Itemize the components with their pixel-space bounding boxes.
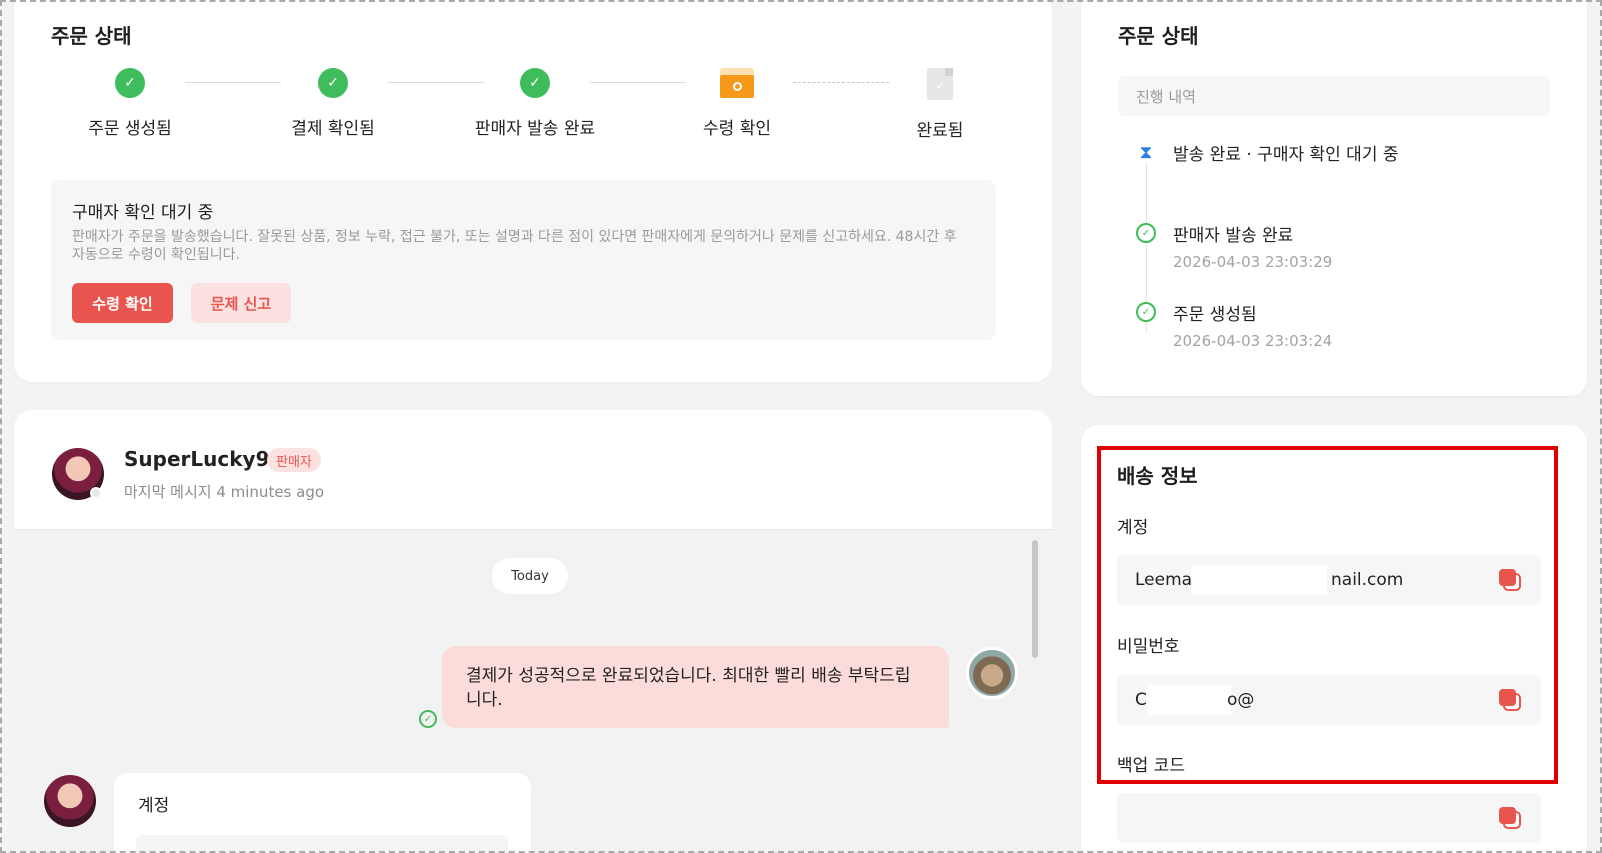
chat-scrollbar[interactable] <box>1032 540 1038 658</box>
backup-code-label: 백업 코드 <box>1117 756 1185 776</box>
chat-card: SuperLucky99 판매자 마지막 메시지 4 minutes ago T… <box>14 410 1052 853</box>
order-status-title: 주문 상태 <box>51 24 132 48</box>
step-seller-shipped: ✓ 판매자 발송 완료 <box>445 68 625 139</box>
copy-icon[interactable] <box>1499 569 1521 591</box>
password-field[interactable]: C o@ <box>1117 675 1541 725</box>
step-order-created: ✓ 주문 생성됨 <box>40 68 220 139</box>
check-circle-icon: ✓ <box>1136 302 1156 322</box>
timeline-text: 발송 완료 · 구매자 확인 대기 중 <box>1173 145 1399 165</box>
step-label: 주문 생성됨 <box>88 119 172 139</box>
message-bubble-incoming: 계정 <box>114 773 531 853</box>
incoming-message-field <box>136 835 508 853</box>
password-value-start: C <box>1135 690 1147 710</box>
step-label: 결제 확인됨 <box>291 119 375 139</box>
step-label: 판매자 발송 완료 <box>474 119 596 139</box>
notice-title: 구매자 확인 대기 중 <box>72 203 214 223</box>
timeline-time: 2026-04-03 23:03:29 <box>1173 253 1333 271</box>
step-label: 완료됨 <box>916 121 964 141</box>
step-receipt-confirm: 수령 확인 <box>647 68 827 139</box>
buyer-avatar <box>966 647 1018 699</box>
order-stepper: ✓ 주문 생성됨 ✓ 결제 확인됨 ✓ 판매자 발송 완료 수령 확인 ✓ 완료… <box>51 68 1051 148</box>
progress-card: 주문 상태 진행 내역 ⧗ 발송 완료 · 구매자 확인 대기 중 ✓ 판매자 … <box>1081 0 1587 396</box>
chat-header: SuperLucky99 판매자 마지막 메시지 4 minutes ago <box>14 410 1052 530</box>
date-divider: Today <box>492 558 568 594</box>
check-icon: ✓ <box>115 68 145 98</box>
seller-name[interactable]: SuperLucky99 <box>124 447 283 471</box>
last-message-time: 마지막 메시지 4 minutes ago <box>124 483 325 501</box>
package-icon <box>720 68 754 98</box>
step-completed: ✓ 완료됨 <box>850 68 1030 141</box>
seller-badge: 판매자 <box>267 448 321 472</box>
order-status-card: 주문 상태 ✓ 주문 생성됨 ✓ 결제 확인됨 ✓ 판매자 발송 완료 수령 확… <box>14 0 1052 382</box>
account-value-start: Leema <box>1135 570 1193 590</box>
check-circle-icon: ✓ <box>1136 223 1156 243</box>
account-label: 계정 <box>1117 518 1149 538</box>
check-icon: ✓ <box>520 68 550 98</box>
copy-icon[interactable] <box>1499 807 1521 829</box>
password-value-end: o@ <box>1227 690 1255 710</box>
progress-title: 주문 상태 <box>1118 24 1199 48</box>
shipping-info-title: 배송 정보 <box>1117 464 1198 488</box>
account-field[interactable]: Leema nail.com <box>1117 555 1541 605</box>
timeline-text: 판매자 발송 완료 <box>1173 226 1294 246</box>
history-header: 진행 내역 <box>1118 76 1550 116</box>
message-bubble-outgoing: 결제가 성공적으로 완료되었습니다. 최대한 빨리 배송 부탁드립니다. <box>442 646 949 728</box>
timeline-time: 2026-04-03 23:03:24 <box>1173 332 1333 350</box>
report-issue-button[interactable]: 문제 신고 <box>191 283 291 323</box>
presence-indicator <box>90 487 102 499</box>
password-label: 비밀번호 <box>1117 637 1180 657</box>
backup-code-field[interactable] <box>1117 793 1541 843</box>
document-icon: ✓ <box>927 68 953 100</box>
redaction-mask <box>1147 685 1231 715</box>
seller-message-avatar <box>44 775 96 827</box>
redaction-mask <box>1191 565 1327 595</box>
chat-messages[interactable]: Today 결제가 성공적으로 완료되었습니다. 최대한 빨리 배송 부탁드립니… <box>14 530 1052 853</box>
step-payment-confirmed: ✓ 결제 확인됨 <box>243 68 423 139</box>
read-receipt-icon: ✓ <box>419 710 437 728</box>
step-label: 수령 확인 <box>703 119 771 139</box>
timeline-text: 주문 생성됨 <box>1173 305 1257 325</box>
hourglass-icon: ⧗ <box>1139 141 1153 163</box>
account-value-end: nail.com <box>1331 570 1404 590</box>
notice-description: 판매자가 주문을 발송했습니다. 잘못된 상품, 정보 누락, 접근 불가, 또… <box>72 229 957 263</box>
copy-icon[interactable] <box>1499 689 1521 711</box>
check-icon: ✓ <box>318 68 348 98</box>
incoming-message-text: 계정 <box>138 796 170 816</box>
confirm-receipt-button[interactable]: 수령 확인 <box>72 283 173 323</box>
buyer-confirm-notice: 구매자 확인 대기 중 판매자가 주문을 발송했습니다. 잘못된 상품, 정보 … <box>51 180 996 340</box>
